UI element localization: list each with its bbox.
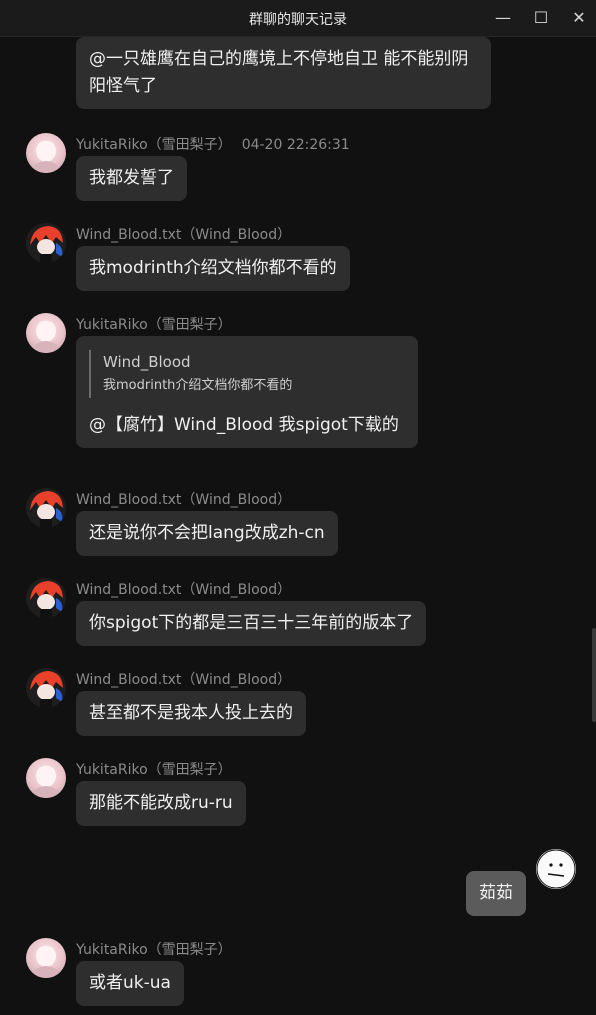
quoted-message[interactable]: Wind_Blood 我modrinth介绍文档你都不看的 xyxy=(89,350,405,398)
message-text: 茹茹 xyxy=(479,883,513,903)
avatar[interactable] xyxy=(26,133,66,173)
avatar-wind-blood xyxy=(26,578,66,618)
sender-name: Wind_Blood.txt（Wind_Blood） xyxy=(76,227,292,243)
message-bubble[interactable]: @一只雄鹰在自己的鹰境上不停地自卫 能不能别阴阳怪气了 xyxy=(76,37,491,109)
message-text: 我都发誓了 xyxy=(89,168,174,188)
message-text: 我modrinth介绍文档你都不看的 xyxy=(89,258,337,278)
avatar[interactable] xyxy=(26,578,66,618)
message-bubble[interactable]: 那能不能改成ru-ru xyxy=(76,781,246,826)
message-bubble[interactable]: 我modrinth介绍文档你都不看的 xyxy=(76,246,350,291)
avatar[interactable] xyxy=(26,488,66,528)
sender-name: Wind_Blood.txt（Wind_Blood） xyxy=(76,672,292,688)
message-text: @一只雄鹰在自己的鹰境上不停地自卫 能不能别阴阳怪气了 xyxy=(89,49,469,96)
quoted-text: 我modrinth介绍文档你都不看的 xyxy=(103,378,293,393)
sender-line: YukitaRiko（雪田梨子） 04-20 22:26:31 xyxy=(76,134,350,154)
avatar-wind-blood xyxy=(26,488,66,528)
close-button[interactable]: ✕ xyxy=(564,6,594,30)
avatar-wind-blood xyxy=(26,223,66,263)
message-bubble[interactable]: 或者uk-ua xyxy=(76,961,184,1006)
message-text: 或者uk-ua xyxy=(89,973,171,993)
avatar[interactable] xyxy=(26,938,66,978)
sender-name: Wind_Blood.txt（Wind_Blood） xyxy=(76,582,292,598)
message-text: 还是说你不会把lang改成zh-cn xyxy=(89,523,325,543)
sender-name: YukitaRiko（雪田梨子） xyxy=(76,762,232,778)
minimize-button[interactable]: — xyxy=(488,6,518,30)
message-text: 那能不能改成ru-ru xyxy=(89,793,233,813)
avatar-yukitariko xyxy=(32,320,60,353)
avatar[interactable] xyxy=(26,223,66,263)
confused-face-icon xyxy=(536,849,576,889)
sender-name: YukitaRiko（雪田梨子） xyxy=(76,137,232,153)
sender-name: YukitaRiko（雪田梨子） xyxy=(76,942,232,958)
self-message-bubble[interactable]: 茹茹 xyxy=(466,871,526,916)
message-bubble[interactable]: 甚至都不是我本人投上去的 xyxy=(76,691,306,736)
message-bubble[interactable]: 还是说你不会把lang改成zh-cn xyxy=(76,511,338,556)
message-bubble[interactable]: 你spigot下的都是三百三十三年前的版本了 xyxy=(76,601,427,646)
avatar-wind-blood xyxy=(26,668,66,708)
avatar[interactable] xyxy=(26,758,66,798)
message-bubble[interactable]: 我都发誓了 xyxy=(76,156,187,201)
message-list[interactable]: @一只雄鹰在自己的鹰境上不停地自卫 能不能别阴阳怪气了 YukitaRiko（雪… xyxy=(0,37,596,1015)
scrollbar-thumb[interactable] xyxy=(592,628,596,722)
message-text: 甚至都不是我本人投上去的 xyxy=(89,703,293,723)
message-text: @【腐竹】Wind_Blood 我spigot下载的 xyxy=(89,415,399,435)
avatar-yukitariko xyxy=(32,140,60,173)
avatar-yukitariko xyxy=(32,945,60,978)
message-bubble[interactable]: Wind_Blood 我modrinth介绍文档你都不看的 @【腐竹】Wind_… xyxy=(76,336,418,448)
message-time: 04-20 22:26:31 xyxy=(241,137,350,153)
quoted-sender: Wind_Blood xyxy=(103,353,191,371)
maximize-button[interactable]: ☐ xyxy=(526,6,556,30)
avatar[interactable] xyxy=(26,313,66,353)
sender-name: Wind_Blood.txt（Wind_Blood） xyxy=(76,492,292,508)
title-bar: 群聊的聊天记录 — ☐ ✕ xyxy=(0,0,596,37)
message-text: 你spigot下的都是三百三十三年前的版本了 xyxy=(89,613,414,633)
avatar-yukitariko xyxy=(32,765,60,798)
self-avatar[interactable] xyxy=(536,849,576,889)
avatar[interactable] xyxy=(26,668,66,708)
sender-name: YukitaRiko（雪田梨子） xyxy=(76,317,232,333)
